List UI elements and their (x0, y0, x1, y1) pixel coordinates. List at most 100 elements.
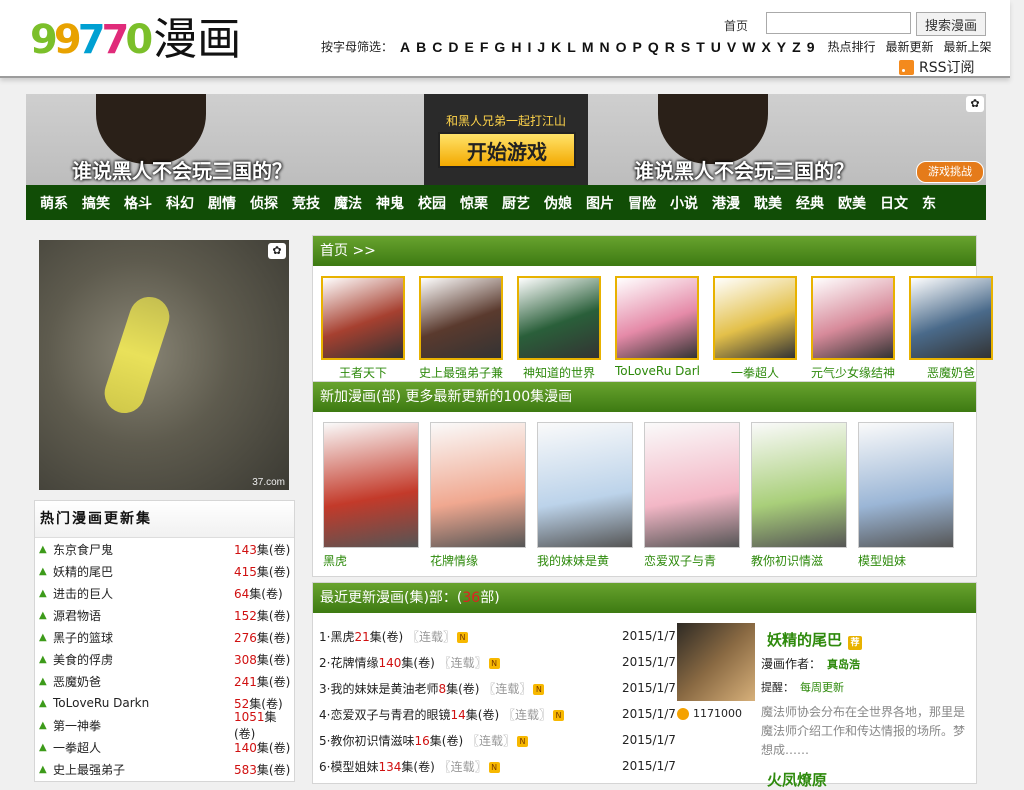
cover-caption[interactable]: 我的妹妹是黄 (537, 552, 633, 569)
letter-j[interactable]: J (537, 39, 545, 55)
new-comic-item[interactable]: 黑虎 (323, 422, 419, 569)
letter-s[interactable]: S (681, 39, 690, 55)
thumb-image[interactable] (615, 276, 699, 360)
hot-list-item[interactable]: ▲ 源君物语 152集(卷) (35, 604, 294, 626)
new-arrivals-link[interactable]: 最新上架 (944, 38, 992, 55)
new-comic-item[interactable]: 恋爱双子与青 (644, 422, 740, 569)
hot-item-title[interactable]: 第一神拳 (53, 717, 234, 734)
category-item[interactable]: 搞笑 (82, 193, 110, 213)
paw-icon[interactable]: ✿ (966, 96, 984, 112)
letter-d[interactable]: D (448, 39, 458, 55)
start-game-button[interactable]: 开始游戏 (438, 132, 576, 168)
category-item[interactable]: 小说 (670, 193, 698, 213)
thumb-caption[interactable]: 恶魔奶爸 (909, 364, 993, 381)
recent-update-title[interactable]: 5·教你初识情滋味16集(卷) 〖连载〗 N (319, 732, 622, 749)
cover-image[interactable] (430, 422, 526, 548)
cover-image[interactable] (537, 422, 633, 548)
category-item[interactable]: 图片 (586, 193, 614, 213)
recent-update-title[interactable]: 3·我的妹妹是黄油老师8集(卷) 〖连载〗 N (319, 680, 622, 697)
thumb-caption[interactable]: 神知道的世界 (517, 364, 601, 381)
hot-list-item[interactable]: ▲ 第一神拳 1051集(卷) (35, 710, 294, 741)
game-ad-banner[interactable]: 谁说黑人不会玩三国的？ 和黑人兄弟一起打江山 开始游戏 谁说黑人不会玩三国的？ … (26, 94, 986, 185)
hot-list-item[interactable]: ▲ 一拳超人 140集(卷) (35, 736, 294, 758)
category-item[interactable]: 萌系 (40, 193, 68, 213)
cover-image[interactable] (323, 422, 419, 548)
category-item[interactable]: 剧情 (208, 193, 236, 213)
letter-y[interactable]: Y (777, 39, 786, 55)
letter-g[interactable]: G (494, 39, 505, 55)
thumb-image[interactable] (321, 276, 405, 360)
letter-z[interactable]: Z (792, 39, 801, 55)
category-item[interactable]: 东 (922, 193, 936, 213)
category-item[interactable]: 耽美 (754, 193, 782, 213)
recent-update-row[interactable]: 3·我的妹妹是黄油老师8集(卷) 〖连载〗 N 2015/1/7 (319, 675, 676, 701)
new-comic-item[interactable]: 我的妹妹是黄 (537, 422, 633, 569)
category-item[interactable]: 经典 (796, 193, 824, 213)
category-item[interactable]: 港漫 (712, 193, 740, 213)
new-panel-title[interactable]: 新加漫画(部) 更多最新更新的100集漫画 (313, 382, 976, 412)
latest-update-link[interactable]: 最新更新 (886, 38, 934, 55)
letter-c[interactable]: C (432, 39, 442, 55)
featured-thumb[interactable]: ToLoveRu Darkn (615, 276, 699, 381)
thumb-caption[interactable]: 史上最强弟子兼一 (419, 364, 503, 381)
letter-v[interactable]: V (727, 39, 736, 55)
thumb-caption[interactable]: 元气少女缘结神 (811, 364, 895, 381)
hot-item-title[interactable]: 一拳超人 (53, 739, 234, 756)
letter-e[interactable]: E (465, 39, 474, 55)
hot-item-title[interactable]: 史上最强弟子 (53, 761, 234, 778)
letter-r[interactable]: R (665, 39, 675, 55)
hot-list-item[interactable]: ▲ 东京食尸鬼 143集(卷) (35, 538, 294, 560)
letter-t[interactable]: T (696, 39, 705, 55)
cover-caption[interactable]: 黑虎 (323, 552, 419, 569)
letter-a[interactable]: A (400, 39, 410, 55)
category-item[interactable]: 伪娘 (544, 193, 572, 213)
hot-ranking-link[interactable]: 热点排行 (828, 38, 876, 55)
hot-item-title[interactable]: 恶魔奶爸 (53, 673, 234, 690)
recent-update-row[interactable]: 1·黑虎21集(卷) 〖连载〗 N 2015/1/7 (319, 623, 676, 649)
hot-item-title[interactable]: ToLoveRu Darkn (53, 696, 234, 710)
hot-item-title[interactable]: 源君物语 (53, 607, 234, 624)
letter-9[interactable]: 9 (807, 39, 815, 55)
cover-caption[interactable]: 恋爱双子与青 (644, 552, 740, 569)
hot-item-title[interactable]: 东京食尸鬼 (53, 541, 234, 558)
thumb-caption[interactable]: 王者天下 (321, 364, 405, 381)
recent-update-row[interactable]: 6·模型姐妹134集(卷) 〖连载〗 N 2015/1/7 (319, 753, 676, 779)
thumb-image[interactable] (419, 276, 503, 360)
category-item[interactable]: 魔法 (334, 193, 362, 213)
new-comic-item[interactable]: 教你初识情滋 (751, 422, 847, 569)
letter-f[interactable]: F (480, 39, 489, 55)
letter-m[interactable]: M (582, 39, 594, 55)
hot-list-item[interactable]: ▲ 恶魔奶爸 241集(卷) (35, 670, 294, 692)
featured-thumb[interactable]: 王者天下 (321, 276, 405, 381)
hot-list-item[interactable]: ▲ 进击的巨人 64集(卷) (35, 582, 294, 604)
category-item[interactable]: 厨艺 (502, 193, 530, 213)
new-comic-item[interactable]: 模型姐妹 (858, 422, 954, 569)
hot-item-title[interactable]: 美食的俘虏 (53, 651, 234, 668)
category-item[interactable]: 日文 (880, 193, 908, 213)
category-item[interactable]: 科幻 (166, 193, 194, 213)
cover-image[interactable] (751, 422, 847, 548)
hot-list-item[interactable]: ▲ 史上最强弟子 583集(卷) (35, 758, 294, 780)
recent-update-row[interactable]: 4·恋爱双子与青君的眼镜14集(卷) 〖连载〗 N 2015/1/7 (319, 701, 676, 727)
new-comic-item[interactable]: 花牌情缘 (430, 422, 526, 569)
letter-x[interactable]: X (761, 39, 770, 55)
featured-thumb[interactable]: 恶魔奶爸 (909, 276, 993, 381)
letter-n[interactable]: N (599, 39, 609, 55)
featured-thumb[interactable]: 元气少女缘结神 (811, 276, 895, 381)
hot-list-item[interactable]: ▲ 美食的俘虏 308集(卷) (35, 648, 294, 670)
cover-caption[interactable]: 教你初识情滋 (751, 552, 847, 569)
featured-comic-cover[interactable] (677, 623, 755, 701)
letter-u[interactable]: U (711, 39, 721, 55)
prize-button[interactable]: 游戏挑战 (916, 161, 984, 183)
category-item[interactable]: 侦探 (250, 193, 278, 213)
recent-update-title[interactable]: 6·模型姐妹134集(卷) 〖连载〗 N (319, 758, 622, 775)
category-item[interactable]: 竞技 (292, 193, 320, 213)
letter-w[interactable]: W (742, 39, 755, 55)
letter-l[interactable]: L (567, 39, 576, 55)
recent-update-title[interactable]: 4·恋爱双子与青君的眼镜14集(卷) 〖连载〗 N (319, 706, 622, 723)
thumb-image[interactable] (517, 276, 601, 360)
hot-item-title[interactable]: 黑子的篮球 (53, 629, 234, 646)
side-ad-image[interactable]: ✿ 37.com (39, 240, 289, 490)
letter-h[interactable]: H (511, 39, 521, 55)
cover-image[interactable] (644, 422, 740, 548)
